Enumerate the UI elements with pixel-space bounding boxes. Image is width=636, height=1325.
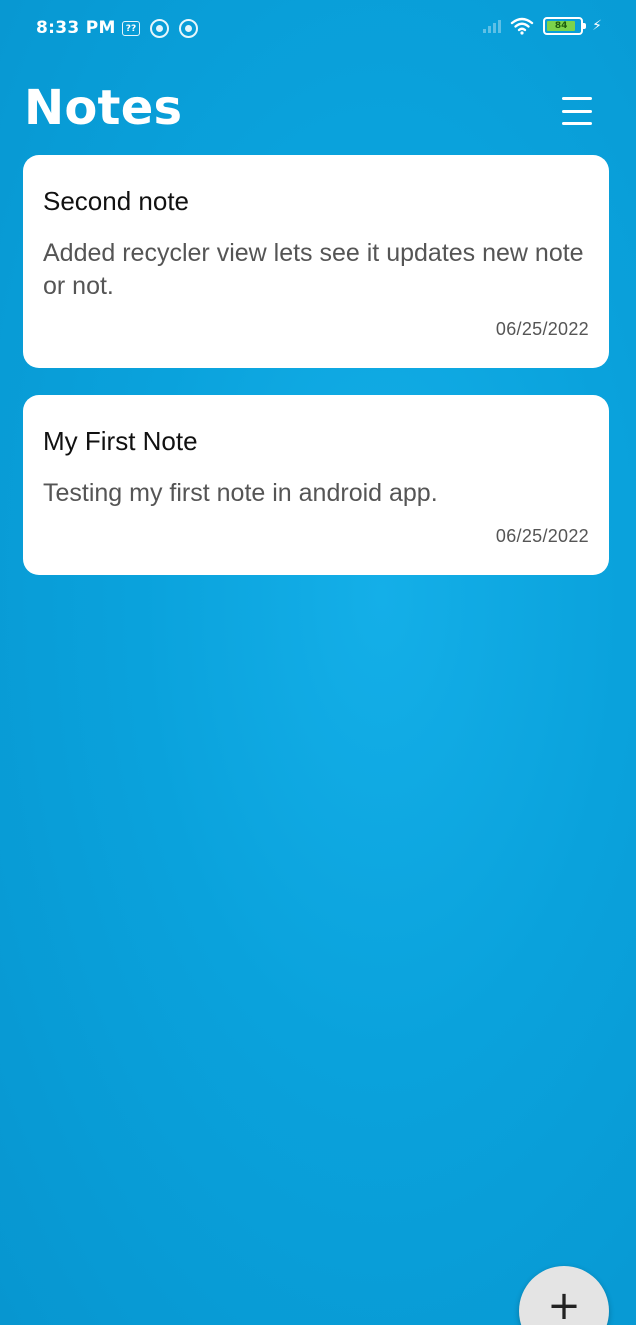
page-title: Notes <box>24 80 183 136</box>
status-time: 8:33 PM <box>36 18 116 38</box>
note-title: Second note <box>43 186 190 216</box>
wifi-icon <box>510 17 534 35</box>
note-list: Second note Added recycler view lets see… <box>23 155 609 602</box>
note-date: 06/25/2022 <box>495 526 589 546</box>
sync-circle-icon <box>150 19 169 38</box>
battery-icon: 84 <box>543 17 587 35</box>
note-card[interactable]: My First Note Testing my first note in a… <box>23 395 609 575</box>
battery-level: 84 <box>547 21 576 31</box>
notification-box-icon: ?? <box>122 21 140 36</box>
status-bar: 8:33 PM ?? 84 ⚡ <box>0 0 636 58</box>
status-left-icons: ?? <box>122 19 198 38</box>
note-date: 06/25/2022 <box>495 319 589 339</box>
note-title: My First Note <box>43 426 198 456</box>
add-note-button[interactable]: + <box>519 1266 609 1325</box>
hamburger-menu-icon <box>562 97 592 100</box>
add-icon: + <box>547 1283 581 1325</box>
notes-screen: 8:33 PM ?? 84 ⚡ Notes Second note Added … <box>0 0 636 1325</box>
sync-circle-icon <box>179 19 198 38</box>
note-body: Added recycler view lets see it updates … <box>43 239 584 300</box>
status-right-icons: 84 ⚡ <box>483 17 602 35</box>
note-card[interactable]: Second note Added recycler view lets see… <box>23 155 609 368</box>
charging-bolt-icon: ⚡ <box>592 18 602 34</box>
note-body: Testing my first note in android app. <box>43 479 438 507</box>
signal-strength-icon <box>483 19 502 33</box>
menu-button[interactable] <box>562 95 598 125</box>
